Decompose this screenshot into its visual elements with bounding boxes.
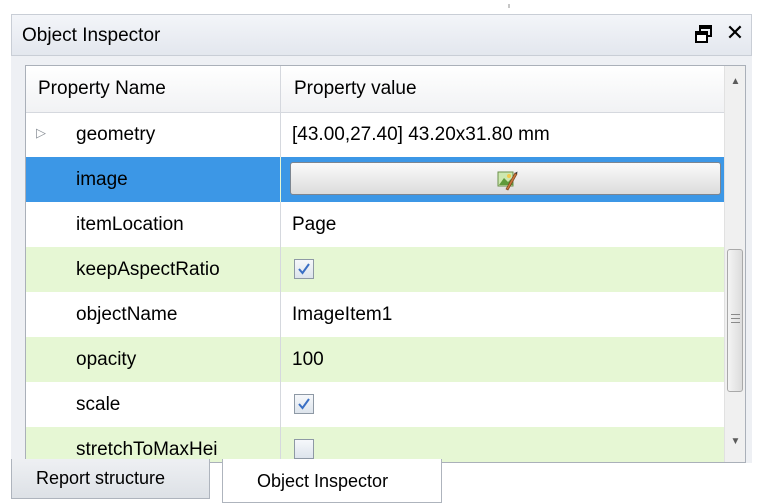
scroll-up-arrow-icon[interactable]: ▲ bbox=[725, 76, 745, 92]
tab-label: Report structure bbox=[36, 468, 166, 488]
property-name: itemLocation bbox=[76, 214, 184, 235]
cell-divider bbox=[280, 382, 281, 427]
cell-divider bbox=[280, 112, 281, 157]
top-edge-artifact bbox=[508, 4, 510, 8]
property-name: geometry bbox=[76, 124, 156, 145]
table-header: Property Name Property value bbox=[26, 66, 724, 113]
property-name: stretchToMaxHei bbox=[76, 439, 218, 460]
tab-label: Object Inspector bbox=[257, 471, 389, 491]
table-row[interactable]: keepAspectRatio bbox=[26, 247, 724, 292]
close-icon[interactable]: ✕ bbox=[724, 21, 746, 45]
column-header-property-name[interactable]: Property Name bbox=[38, 78, 166, 100]
property-name: image bbox=[76, 169, 128, 190]
scrollbar-thumb[interactable] bbox=[727, 249, 743, 392]
cell-divider bbox=[280, 247, 281, 292]
stretch-to-max-height-checkbox[interactable] bbox=[294, 439, 314, 459]
cell-divider bbox=[280, 292, 281, 337]
grip-icon bbox=[731, 314, 740, 324]
column-header-property-value[interactable]: Property value bbox=[294, 78, 417, 100]
property-value[interactable]: Page bbox=[292, 214, 336, 236]
tab-report-structure[interactable]: Report structure bbox=[11, 459, 210, 499]
table-row[interactable]: opacity 100 bbox=[26, 337, 724, 382]
property-rows: ▷ geometry [43.00,27.40] 43.20x31.80 mm … bbox=[26, 112, 724, 462]
vertical-scrollbar[interactable]: ▲ ▼ bbox=[724, 66, 745, 462]
float-window-icon[interactable] bbox=[694, 23, 714, 45]
property-value[interactable]: 100 bbox=[292, 349, 324, 371]
image-editor-icon bbox=[497, 171, 518, 191]
table-row[interactable]: image bbox=[26, 157, 724, 202]
property-name: scale bbox=[76, 394, 121, 415]
table-row[interactable]: ▷ geometry [43.00,27.40] 43.20x31.80 mm bbox=[26, 112, 724, 157]
selected-name-cell bbox=[26, 157, 280, 202]
checkmark-icon bbox=[298, 263, 310, 275]
panel-title: Object Inspector bbox=[22, 25, 161, 46]
image-edit-button[interactable] bbox=[290, 162, 721, 195]
table-row[interactable]: objectName ImageItem1 bbox=[26, 292, 724, 337]
checkmark-icon bbox=[298, 398, 310, 410]
scroll-down-arrow-icon[interactable]: ▼ bbox=[725, 436, 745, 452]
cell-divider bbox=[280, 202, 281, 247]
cell-divider bbox=[280, 337, 281, 382]
property-table: Property Name Property value ▷ geometry … bbox=[25, 65, 746, 463]
property-name: opacity bbox=[76, 349, 137, 370]
keep-aspect-ratio-checkbox[interactable] bbox=[294, 259, 314, 279]
property-value[interactable]: ImageItem1 bbox=[292, 304, 392, 326]
tab-object-inspector[interactable]: Object Inspector bbox=[222, 459, 442, 503]
table-row[interactable]: stretchToMaxHei bbox=[26, 427, 724, 462]
cell-divider bbox=[280, 427, 281, 462]
property-value[interactable]: [43.00,27.40] 43.20x31.80 mm bbox=[292, 124, 550, 146]
scale-checkbox[interactable] bbox=[294, 394, 314, 414]
column-divider[interactable] bbox=[280, 66, 281, 112]
property-name: keepAspectRatio bbox=[76, 259, 220, 280]
bottom-tab-bar: Report structure Object Inspector bbox=[11, 459, 752, 503]
table-row[interactable]: itemLocation Page bbox=[26, 202, 724, 247]
panel-titlebar: Object Inspector ✕ bbox=[11, 14, 752, 56]
property-name: objectName bbox=[76, 304, 178, 325]
table-row[interactable]: scale bbox=[26, 382, 724, 427]
expand-arrow-icon[interactable]: ▷ bbox=[36, 125, 46, 141]
object-inspector-panel: Object Inspector ✕ Property Name Propert… bbox=[11, 14, 752, 463]
